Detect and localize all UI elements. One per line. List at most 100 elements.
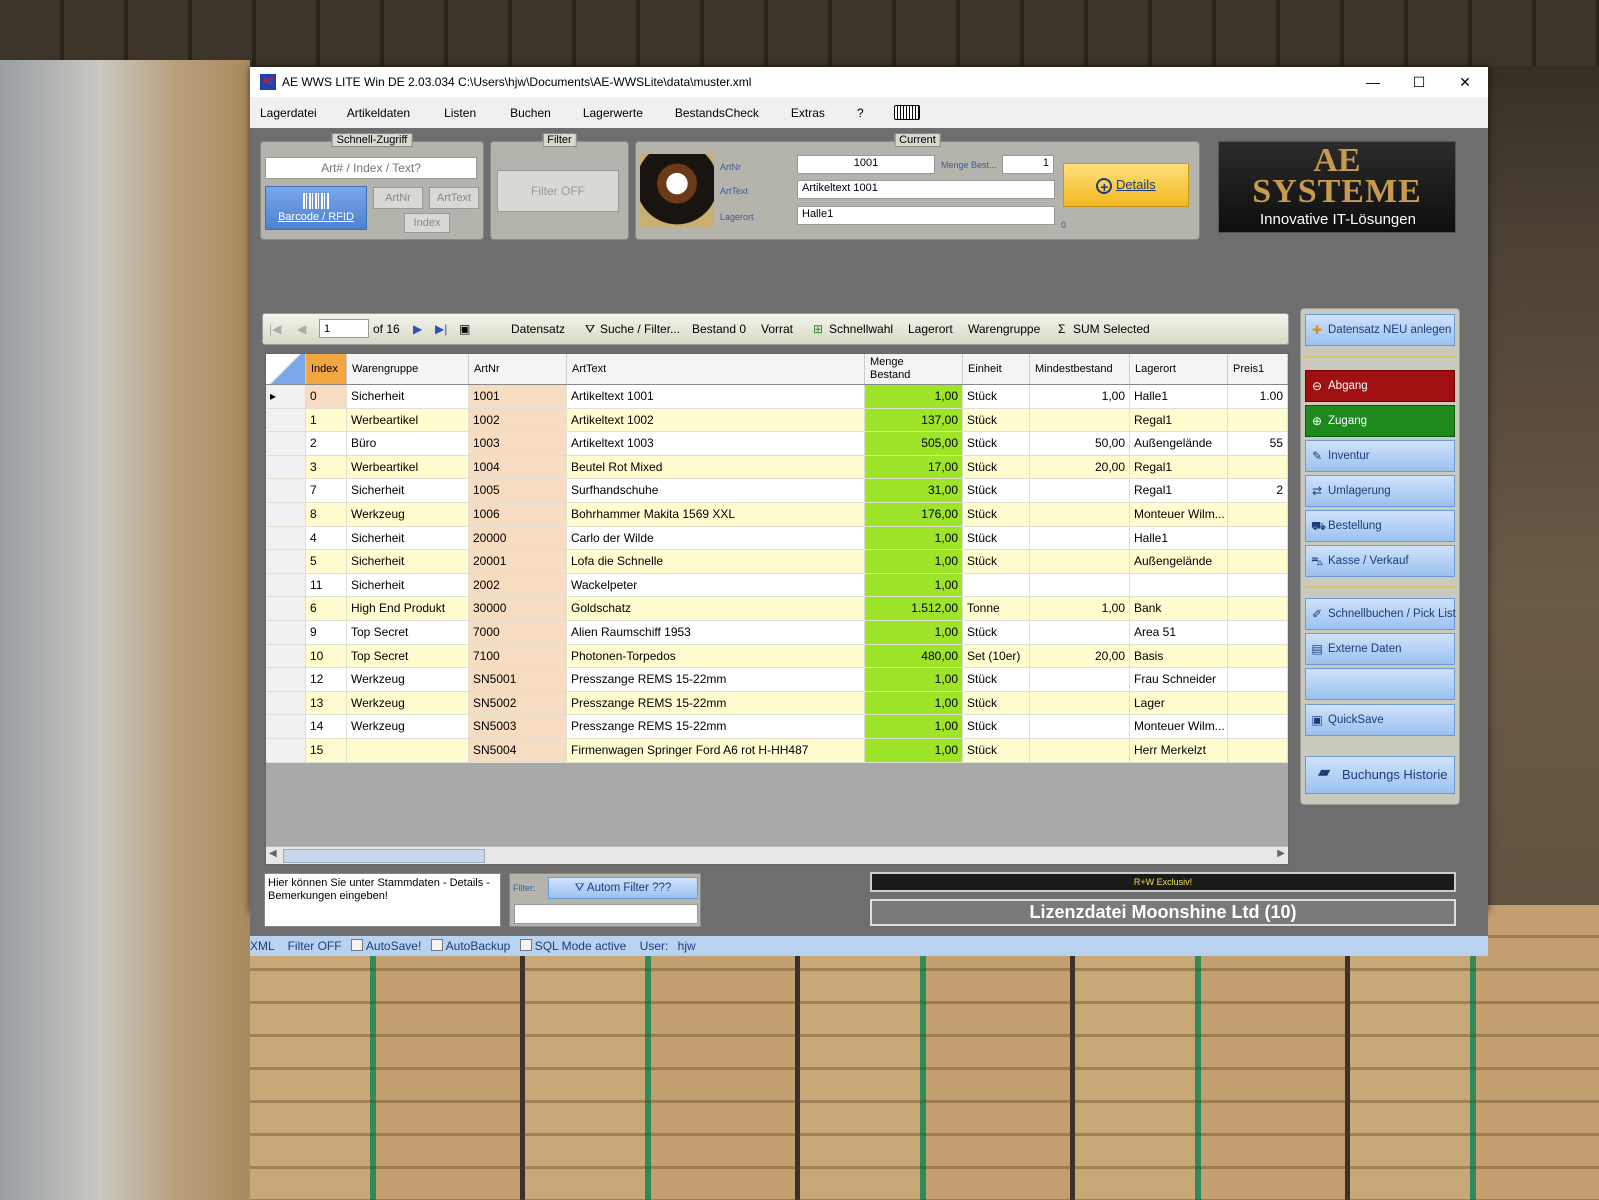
row-selector[interactable] [266, 479, 306, 503]
cell-index[interactable]: 10 [306, 644, 347, 669]
cell-lagerort[interactable]: Regal1 [1130, 408, 1228, 433]
cell-arttext[interactable]: Alien Raumschiff 1953 [567, 621, 865, 645]
cell-artnr[interactable]: 1005 [469, 479, 567, 503]
row-selector[interactable] [266, 691, 306, 716]
quicksave-button[interactable]: ▣ QuickSave [1305, 704, 1455, 736]
cell-arttext[interactable]: Presszange REMS 15-22mm [567, 691, 865, 716]
cell-arttext[interactable]: Wackelpeter [567, 573, 865, 598]
cell-warengruppe[interactable]: Werbeartikel [347, 455, 469, 480]
quick-search-input[interactable] [265, 157, 477, 179]
cell-einheit[interactable]: Set (10er) [963, 644, 1030, 669]
cell-preis1[interactable] [1228, 597, 1288, 621]
cell-warengruppe[interactable]: Sicherheit [347, 479, 469, 503]
zugang-button[interactable]: ⊕ Zugang [1305, 405, 1455, 437]
cell-menge-bestand[interactable]: 31,00 [865, 479, 963, 503]
cell-arttext[interactable]: Goldschatz [567, 597, 865, 621]
cell-index[interactable]: 15 [306, 739, 347, 763]
bestand0-button[interactable]: Bestand 0 [692, 314, 746, 344]
cell-warengruppe[interactable]: Werkzeug [347, 715, 469, 739]
empty-action-button[interactable] [1305, 668, 1455, 700]
header-mindestbestand[interactable]: Mindestbestand [1030, 354, 1130, 384]
schnellwahl-menu[interactable]: Schnellwahl [829, 314, 893, 344]
bestellung-button[interactable]: ⛟ Bestellung [1305, 510, 1455, 542]
cell-einheit[interactable] [963, 573, 1030, 598]
cell-einheit[interactable]: Stück [963, 550, 1030, 574]
cell-arttext[interactable]: Presszange REMS 15-22mm [567, 715, 865, 739]
artnr-field[interactable]: 1001 [797, 155, 935, 174]
cell-einheit[interactable]: Stück [963, 408, 1030, 433]
cell-warengruppe[interactable]: Sicherheit [347, 550, 469, 574]
cell-arttext[interactable]: Presszange REMS 15-22mm [567, 668, 865, 692]
row-selector[interactable] [266, 668, 306, 692]
cell-preis1[interactable] [1228, 621, 1288, 645]
cell-preis1[interactable] [1228, 526, 1288, 551]
autobackup-checkbox[interactable] [430, 939, 443, 951]
cell-menge-bestand[interactable]: 137,00 [865, 408, 963, 433]
cell-mindestbestand[interactable] [1030, 621, 1130, 645]
cell-preis1[interactable] [1228, 550, 1288, 574]
row-selector[interactable] [266, 621, 306, 645]
cell-warengruppe[interactable]: Werkzeug [347, 668, 469, 692]
menu-artikeldaten[interactable]: Artikeldaten [341, 106, 438, 120]
cell-mindestbestand[interactable] [1030, 479, 1130, 503]
minimize-button[interactable]: — [1350, 67, 1396, 97]
row-selector[interactable] [266, 597, 306, 621]
close-button[interactable]: ✕ [1442, 67, 1488, 97]
cell-preis1[interactable] [1228, 455, 1288, 480]
row-selector[interactable] [266, 408, 306, 433]
cell-artnr[interactable]: SN5001 [469, 668, 567, 692]
header-arttext[interactable]: ArtText [567, 354, 865, 384]
cell-einheit[interactable]: Stück [963, 385, 1030, 409]
cell-artnr[interactable]: 20001 [469, 550, 567, 574]
row-selector[interactable]: ▸ [266, 385, 306, 409]
cell-artnr[interactable]: SN5003 [469, 715, 567, 739]
cell-arttext[interactable]: Carlo der Wilde [567, 526, 865, 551]
cell-mindestbestand[interactable]: 1,00 [1030, 385, 1130, 409]
autosave-checkbox[interactable] [350, 939, 363, 951]
cell-preis1[interactable]: 55 [1228, 432, 1288, 456]
cell-index[interactable]: 3 [306, 455, 347, 480]
cell-mindestbestand[interactable]: 20,00 [1030, 644, 1130, 669]
scroll-right-icon[interactable]: ▶ [1277, 848, 1285, 859]
cell-mindestbestand[interactable] [1030, 739, 1130, 763]
lagerort-menu[interactable]: Lagerort [908, 314, 953, 344]
cell-lagerort[interactable]: Frau Schneider [1130, 668, 1228, 692]
table-row[interactable]: ▸ 0 Sicherheit 1001 Artikeltext 1001 1,00 Stüc… [266, 385, 1288, 409]
cell-arttext[interactable]: Surfhandschuhe [567, 479, 865, 503]
row-selector[interactable] [266, 550, 306, 574]
cell-artnr[interactable]: SN5002 [469, 691, 567, 716]
table-row[interactable]: 1 Werbeartikel 1002 Artikeltext 1002 137,00 S… [266, 408, 1288, 433]
cell-mindestbestand[interactable]: 1,00 [1030, 597, 1130, 621]
cell-einheit[interactable]: Stück [963, 526, 1030, 551]
cell-artnr[interactable]: 1006 [469, 503, 567, 527]
cell-warengruppe[interactable]: Werbeartikel [347, 408, 469, 433]
schnellbuchen-button[interactable]: ✐ Schnellbuchen / Pick List [1305, 598, 1456, 630]
cell-warengruppe[interactable]: Werkzeug [347, 691, 469, 716]
cell-lagerort[interactable]: Regal1 [1130, 479, 1228, 503]
warengruppe-menu[interactable]: Warengruppe [968, 314, 1040, 344]
row-selector[interactable] [266, 739, 306, 763]
cell-arttext[interactable]: Artikeltext 1003 [567, 432, 865, 456]
cell-menge-bestand[interactable]: 1.512,00 [865, 597, 963, 621]
cell-einheit[interactable]: Stück [963, 739, 1030, 763]
cell-preis1[interactable] [1228, 668, 1288, 692]
arttext-search-button[interactable]: ArtText [429, 187, 479, 209]
cell-lagerort[interactable]: Halle1 [1130, 385, 1228, 409]
cell-preis1[interactable] [1228, 503, 1288, 527]
camera-icon[interactable]: ▣ [459, 314, 470, 344]
header-index[interactable]: Index [306, 354, 347, 384]
cell-preis1[interactable] [1228, 739, 1288, 763]
next-record-icon[interactable]: ▶ [413, 314, 422, 344]
table-row[interactable]: 12 Werkzeug SN5001 Presszange REMS 15-22mm 1… [266, 668, 1288, 692]
cell-mindestbestand[interactable] [1030, 668, 1130, 692]
vorrat-button[interactable]: Vorrat [761, 314, 793, 344]
table-row[interactable]: 6 High End Produkt 30000 Goldschatz 1.512,00… [266, 597, 1288, 621]
cell-index[interactable]: 7 [306, 479, 347, 503]
artnr-search-button[interactable]: ArtNr [373, 187, 423, 209]
cell-lagerort[interactable]: Außengelände [1130, 550, 1228, 574]
cell-arttext[interactable]: Bohrhammer Makita 1569 XXL [567, 503, 865, 527]
cell-mindestbestand[interactable] [1030, 526, 1130, 551]
cell-artnr[interactable]: 1001 [469, 385, 567, 409]
menu-listen[interactable]: Listen [438, 106, 504, 120]
cell-einheit[interactable]: Stück [963, 479, 1030, 503]
